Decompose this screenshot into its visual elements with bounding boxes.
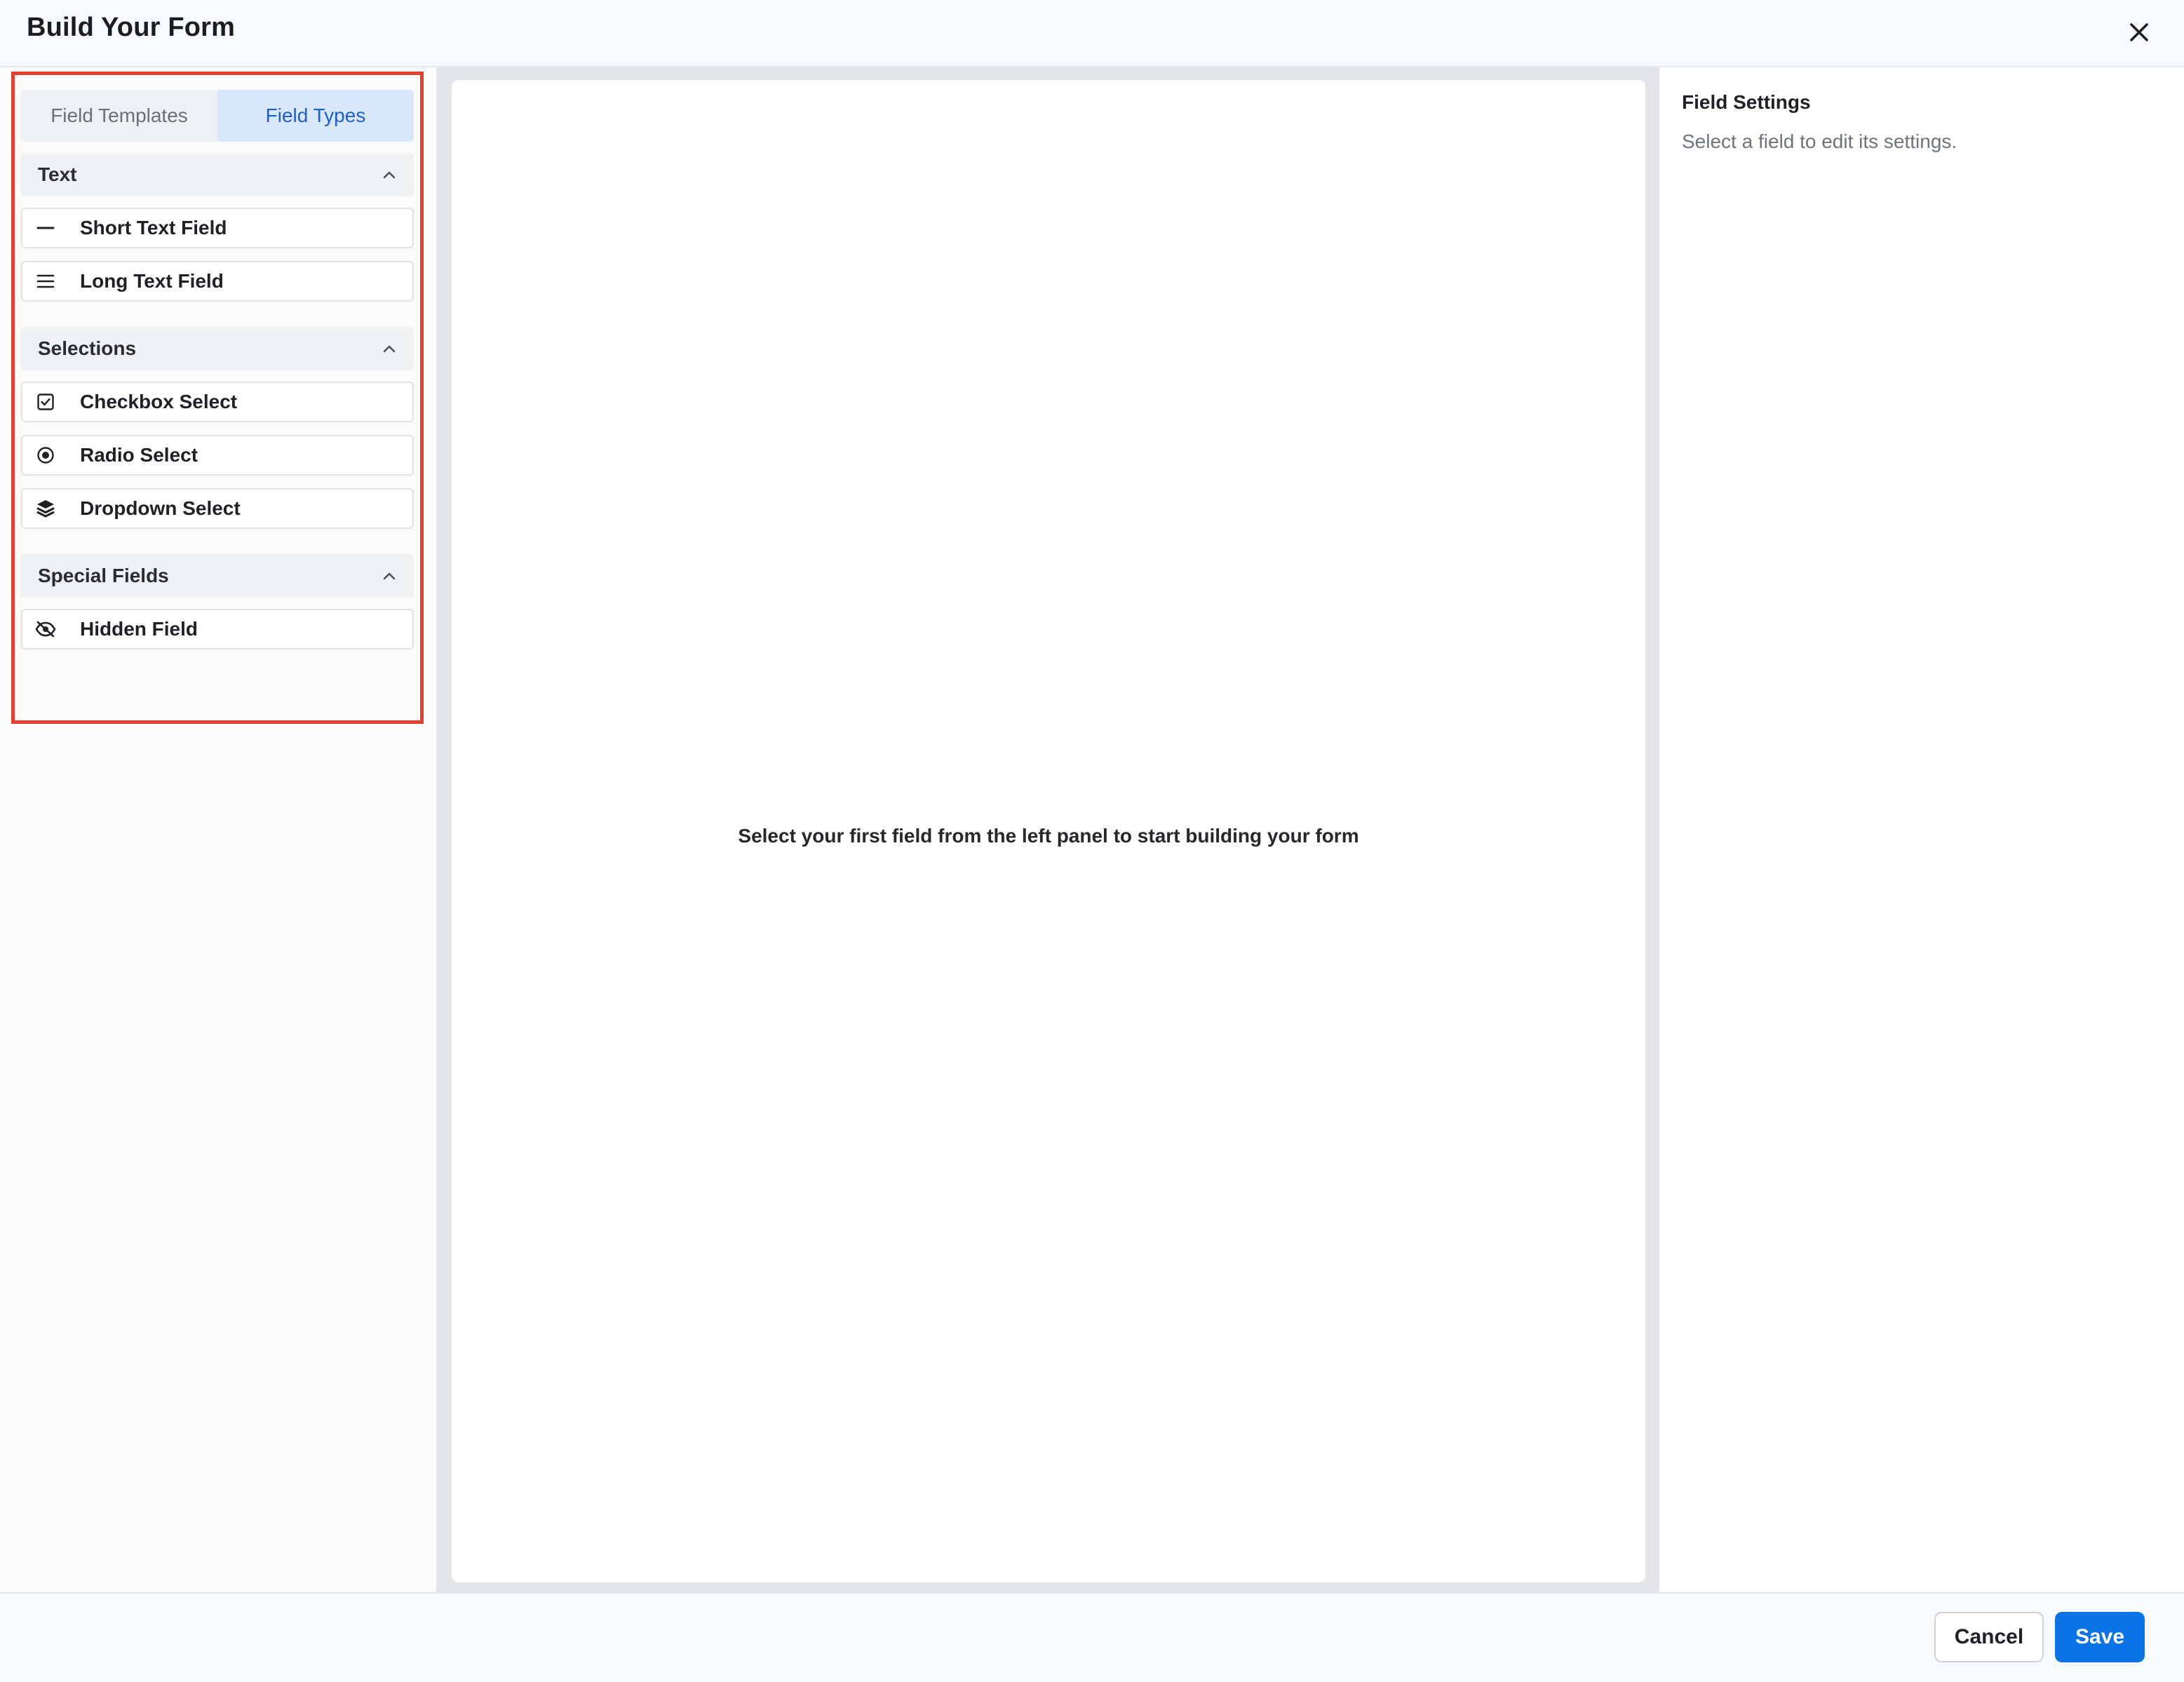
field-item-label: Hidden Field [80,618,198,640]
group-label: Special Fields [38,565,169,586]
dialog-footer: Cancel Save [0,1592,2184,1682]
group-label: Text [38,163,77,185]
field-item-label: Long Text Field [80,270,224,292]
page-title: Build Your Form [27,13,236,42]
checkbox-icon [35,391,56,412]
field-item-label: Dropdown Select [80,497,241,519]
field-item-dropdown-select[interactable]: Dropdown Select [21,488,414,529]
form-canvas-area: Select your first field from the left pa… [438,67,1659,1592]
lines-icon [35,271,56,292]
field-item-short-text[interactable]: Short Text Field [21,208,414,248]
chevron-up-icon [383,572,396,580]
group-header-text[interactable]: Text [21,153,414,196]
tab-field-templates[interactable]: Field Templates [21,90,217,142]
tab-field-types[interactable]: Field Types [217,90,414,142]
group-label: Selections [38,337,137,359]
field-item-radio-select[interactable]: Radio Select [21,435,414,476]
save-button[interactable]: Save [2055,1612,2145,1662]
close-button[interactable] [2122,15,2156,49]
layers-icon [35,498,56,519]
empty-state-message: Select your first field from the left pa… [738,825,1359,847]
dialog-header: Build Your Form [0,0,2184,67]
field-library-panel: Field Templates Field Types Text Short T… [0,67,438,1592]
field-settings-panel: Field Settings Select a field to edit it… [1659,67,2184,1592]
field-item-label: Checkbox Select [80,391,238,412]
eye-off-icon [35,619,56,640]
field-item-label: Short Text Field [80,217,227,238]
chevron-up-icon [383,171,396,179]
chevron-up-icon [383,345,396,353]
settings-hint: Select a field to edit its settings. [1682,130,1957,152]
minus-icon [35,217,56,238]
close-icon [2130,23,2148,41]
radio-icon [35,445,56,466]
cancel-button[interactable]: Cancel [1934,1612,2044,1662]
form-canvas[interactable]: Select your first field from the left pa… [452,80,1645,1582]
field-item-checkbox-select[interactable]: Checkbox Select [21,382,414,422]
settings-title: Field Settings [1682,91,1811,113]
group-header-special-fields[interactable]: Special Fields [21,554,414,598]
field-item-label: Radio Select [80,444,198,466]
field-item-long-text[interactable]: Long Text Field [21,261,414,302]
group-header-selections[interactable]: Selections [21,327,414,370]
panel-tabs: Field Templates Field Types [21,90,414,142]
field-item-hidden-field[interactable]: Hidden Field [21,609,414,650]
